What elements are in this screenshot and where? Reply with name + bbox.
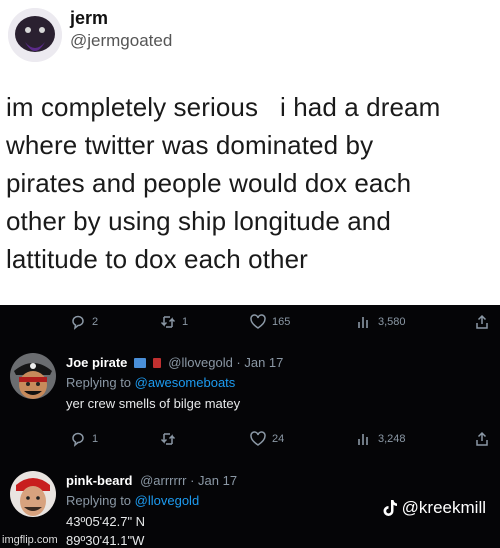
views-count: 3,580	[378, 316, 406, 328]
reply-button[interactable]: 2	[70, 314, 98, 330]
reply-header: pink-beard @arrrrrr · Jan 17	[66, 473, 237, 488]
author-name[interactable]: jerm	[70, 8, 108, 29]
like-count: 24	[272, 433, 285, 445]
badge-icon	[134, 358, 147, 368]
reply-handle[interactable]: @llovegold · Jan 17	[168, 355, 283, 370]
heart-icon	[250, 314, 266, 329]
views-count: 3,248	[378, 433, 406, 445]
views-icon	[358, 434, 368, 445]
reply-count: 1	[92, 433, 99, 445]
action-bar: 2 1 165 3,580	[0, 314, 500, 338]
reply-text-line: 43º05'42.7" N	[66, 514, 146, 529]
share-button[interactable]	[474, 431, 490, 447]
views-button[interactable]: 3,580	[356, 314, 406, 330]
tweet-line: lattitude to dox each other	[6, 244, 308, 274]
retweet-count: 1	[182, 316, 189, 328]
replying-to: Replying to @awesomeboats	[66, 375, 235, 390]
like-count: 165	[272, 316, 291, 328]
retweet-icon	[160, 433, 176, 445]
avatar[interactable]	[8, 8, 62, 62]
reply-handle[interactable]: @arrrrrr · Jan 17	[140, 473, 237, 488]
reply-thread: 2 1 165 3,580 Joe pirate @llovegold · Ja…	[0, 305, 500, 548]
avatar[interactable]	[10, 471, 56, 517]
reply-icon	[72, 432, 84, 447]
like-button[interactable]: 165	[250, 314, 290, 330]
watermark-text: @kreekmill	[401, 498, 486, 517]
retweet-button[interactable]: 1	[160, 314, 188, 330]
reply-author-name[interactable]: Joe pirate	[66, 355, 127, 370]
reply-text-line: 89º30'41.1"W	[66, 533, 145, 548]
tweet-line: im completely serious i had a dream	[6, 92, 441, 122]
replying-prefix: Replying to	[66, 493, 135, 508]
tweet-text: im completely serious i had a dream wher…	[6, 88, 496, 278]
mention-link[interactable]: @awesomeboats	[135, 375, 236, 390]
avatar[interactable]	[10, 353, 56, 399]
tiktok-icon	[383, 500, 397, 516]
replying-prefix: Replying to	[66, 375, 135, 390]
reply-author-name[interactable]: pink-beard	[66, 473, 132, 488]
tweet-line: other by using ship longitude and	[6, 206, 391, 236]
reply-button[interactable]: 1	[70, 431, 98, 447]
reply-icon	[72, 315, 84, 330]
reply-count: 2	[92, 316, 99, 328]
share-icon	[476, 314, 488, 329]
flag-icon	[152, 358, 161, 368]
reply-header: Joe pirate @llovegold · Jan 17	[66, 355, 283, 370]
share-icon	[476, 431, 488, 446]
action-bar: 1 24 3,248	[0, 431, 500, 455]
retweet-icon	[160, 316, 176, 328]
tweet-line: pirates and people would dox each	[6, 168, 412, 198]
replying-to: Replying to @llovegold	[66, 493, 199, 508]
reply-text: yer crew smells of bilge matey	[66, 396, 241, 411]
tiktok-watermark: @kreekmill	[382, 498, 486, 518]
retweet-button[interactable]	[160, 431, 182, 447]
heart-icon	[250, 431, 266, 446]
credit-text: imgflip.com	[2, 534, 58, 546]
views-button[interactable]: 3,248	[356, 431, 406, 447]
views-icon	[358, 317, 368, 328]
top-tweet: jerm @jermgoated im completely serious i…	[0, 0, 500, 305]
author-handle[interactable]: @jermgoated	[70, 31, 172, 51]
share-button[interactable]	[474, 314, 490, 330]
like-button[interactable]: 24	[250, 431, 284, 447]
tweet-line: where twitter was dominated by	[6, 130, 374, 160]
mention-link[interactable]: @llovegold	[135, 493, 200, 508]
